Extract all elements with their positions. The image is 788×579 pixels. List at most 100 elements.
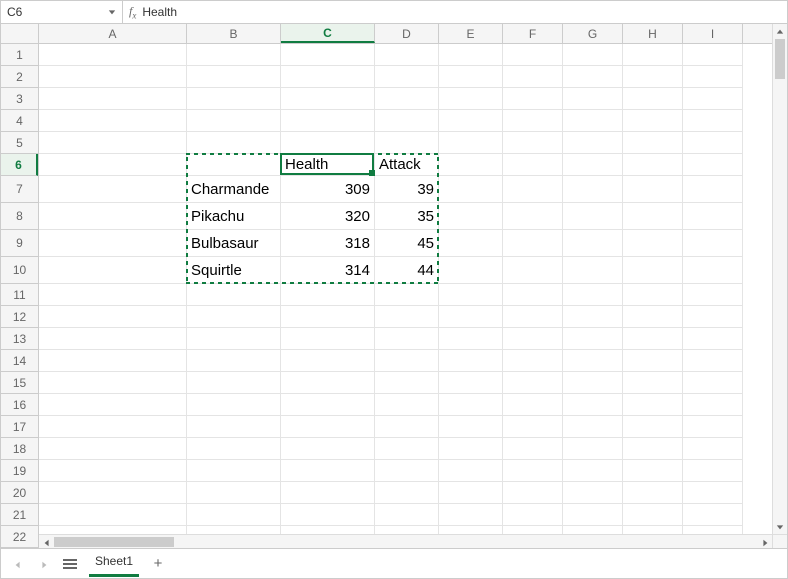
cell[interactable]	[439, 154, 503, 176]
cell[interactable]	[503, 394, 563, 416]
cell[interactable]	[623, 88, 683, 110]
cell[interactable]	[187, 328, 281, 350]
row-header[interactable]: 21	[1, 504, 38, 526]
cell[interactable]	[683, 284, 743, 306]
cell[interactable]	[563, 44, 623, 66]
row-header[interactable]: 1	[1, 44, 38, 66]
cell[interactable]	[375, 132, 439, 154]
cell[interactable]	[375, 372, 439, 394]
column-header[interactable]: D	[375, 24, 439, 43]
cell[interactable]	[39, 203, 187, 230]
cell[interactable]	[563, 526, 623, 534]
all-sheets-menu-icon[interactable]	[63, 559, 77, 569]
cell[interactable]	[623, 110, 683, 132]
cell[interactable]	[281, 526, 375, 534]
sheet-tab[interactable]: Sheet1	[89, 550, 139, 577]
cell[interactable]	[503, 44, 563, 66]
cell[interactable]	[683, 66, 743, 88]
cell[interactable]: 39	[375, 176, 439, 203]
cell[interactable]	[281, 88, 375, 110]
row-header[interactable]: 16	[1, 394, 38, 416]
cell[interactable]	[683, 350, 743, 372]
cell[interactable]	[439, 110, 503, 132]
column-header[interactable]: B	[187, 24, 281, 43]
cell[interactable]	[39, 132, 187, 154]
column-header[interactable]: I	[683, 24, 743, 43]
cell[interactable]	[439, 526, 503, 534]
cell[interactable]	[39, 460, 187, 482]
cell[interactable]	[563, 203, 623, 230]
cell[interactable]	[563, 284, 623, 306]
cell[interactable]	[623, 526, 683, 534]
cell[interactable]	[563, 438, 623, 460]
cell[interactable]: 318	[281, 230, 375, 257]
cell[interactable]	[281, 328, 375, 350]
cell[interactable]	[683, 306, 743, 328]
cell[interactable]	[439, 203, 503, 230]
cell[interactable]	[187, 350, 281, 372]
cell[interactable]	[375, 460, 439, 482]
cell[interactable]	[623, 154, 683, 176]
cell[interactable]	[281, 482, 375, 504]
row-header[interactable]: 9	[1, 230, 38, 257]
cell[interactable]	[683, 132, 743, 154]
cell[interactable]	[375, 438, 439, 460]
cell[interactable]	[439, 132, 503, 154]
row-header[interactable]: 11	[1, 284, 38, 306]
cell[interactable]	[281, 460, 375, 482]
cell[interactable]	[187, 44, 281, 66]
cell[interactable]	[281, 110, 375, 132]
cell[interactable]: 44	[375, 257, 439, 284]
cell[interactable]	[503, 306, 563, 328]
cell[interactable]	[683, 416, 743, 438]
cell[interactable]: 320	[281, 203, 375, 230]
cell[interactable]	[563, 504, 623, 526]
cell[interactable]	[683, 203, 743, 230]
cell[interactable]	[281, 44, 375, 66]
cell[interactable]	[563, 154, 623, 176]
cell[interactable]: Pikachu	[187, 203, 281, 230]
cell[interactable]	[439, 284, 503, 306]
cell[interactable]	[39, 230, 187, 257]
cell[interactable]	[623, 416, 683, 438]
cell[interactable]	[39, 176, 187, 203]
cell[interactable]	[623, 257, 683, 284]
cell[interactable]	[375, 526, 439, 534]
cell[interactable]	[563, 416, 623, 438]
cell[interactable]	[39, 350, 187, 372]
cell[interactable]	[375, 350, 439, 372]
cell[interactable]	[623, 44, 683, 66]
cell[interactable]	[563, 394, 623, 416]
vertical-scroll-thumb[interactable]	[775, 39, 785, 79]
cell[interactable]	[187, 306, 281, 328]
cell[interactable]	[39, 154, 187, 176]
cell[interactable]	[563, 230, 623, 257]
cell[interactable]	[39, 482, 187, 504]
cell[interactable]	[503, 460, 563, 482]
cell[interactable]	[39, 416, 187, 438]
cell[interactable]	[683, 88, 743, 110]
cell[interactable]	[39, 284, 187, 306]
row-header[interactable]: 20	[1, 482, 38, 504]
cell[interactable]	[623, 284, 683, 306]
cell[interactable]	[375, 110, 439, 132]
cell[interactable]	[187, 394, 281, 416]
cell[interactable]	[375, 66, 439, 88]
cell[interactable]	[563, 88, 623, 110]
cell[interactable]	[683, 438, 743, 460]
cell[interactable]	[39, 394, 187, 416]
cell[interactable]	[187, 110, 281, 132]
cell[interactable]	[281, 66, 375, 88]
cell[interactable]	[623, 66, 683, 88]
select-all-corner[interactable]	[1, 24, 39, 44]
cell[interactable]: Health	[281, 154, 375, 176]
column-header[interactable]: E	[439, 24, 503, 43]
cell[interactable]	[375, 482, 439, 504]
cell[interactable]	[281, 394, 375, 416]
cell[interactable]	[563, 132, 623, 154]
cell[interactable]	[563, 482, 623, 504]
cell[interactable]	[439, 372, 503, 394]
name-box[interactable]: C6	[1, 1, 123, 23]
cell[interactable]	[375, 44, 439, 66]
cell[interactable]	[683, 504, 743, 526]
